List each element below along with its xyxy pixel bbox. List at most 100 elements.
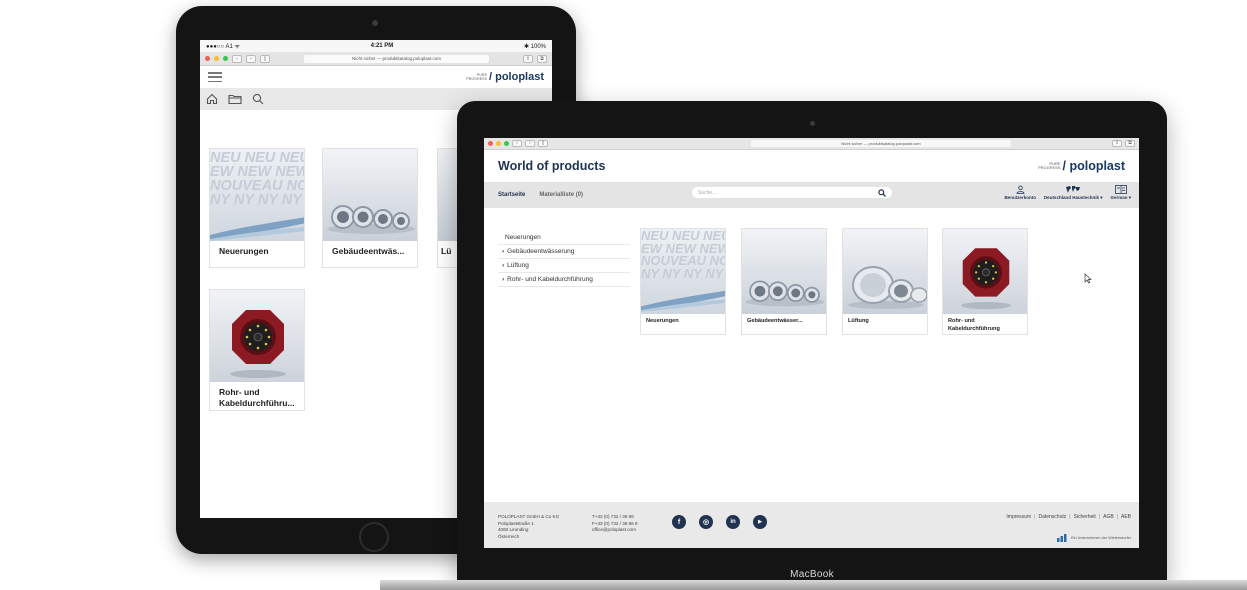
- tablet-card-neuerungen[interactable]: NEU NEU NEU EW NEW NEW NOUVEAU NO NY NY …: [209, 148, 305, 268]
- wietersdorfer-bars-icon: [1057, 534, 1067, 542]
- pipes-image: [323, 149, 417, 241]
- parent-company-text: Ein Unternehmen der Wietersdorfer: [1071, 536, 1131, 540]
- tablet-card-lueftung[interactable]: Lü: [437, 148, 457, 268]
- footer-link-datenschutz[interactable]: Datenschutz: [1038, 514, 1066, 520]
- pipe-fittings-graphic: [745, 280, 825, 307]
- card-label: Lüftung: [848, 318, 869, 324]
- address-line: Österreich: [498, 533, 520, 539]
- sidebar-item-rohr-kabel[interactable]: › Rohr- und Kabeldurchführung: [498, 273, 630, 287]
- tablet-card-rohr-kabel[interactable]: Rohr- und Kabeldurchführu...: [209, 289, 305, 411]
- new-text-row: NOUVEAU NO: [210, 178, 304, 194]
- region-tool[interactable]: Deutschland Haustechnik ▾: [1044, 185, 1102, 201]
- sidebar-item-lueftung[interactable]: › Lüftung: [498, 259, 630, 273]
- ducts-image: [843, 229, 927, 314]
- footer-link-agb[interactable]: AGB: [1103, 514, 1114, 520]
- card-label: Lü: [441, 246, 452, 256]
- world-map-icon: [1066, 186, 1081, 193]
- back-icon[interactable]: ‹: [512, 140, 522, 147]
- new-text-row: NY NY NY NY: [641, 265, 724, 281]
- window-close-button[interactable]: [205, 56, 210, 61]
- sidebar-toggle-icon[interactable]: ▯: [260, 54, 270, 63]
- red-fitting-image: [943, 229, 1027, 314]
- facebook-icon[interactable]: f: [672, 515, 686, 529]
- logo-tagline-progress: PROGRESS: [466, 77, 487, 81]
- nav-home-link[interactable]: Startseite: [498, 192, 525, 198]
- new-text-image: NEU NEU NEU EW NEW NEW NOUVEAU NO NY NY …: [641, 229, 725, 314]
- share-icon[interactable]: ⇪: [1112, 140, 1122, 147]
- language-tool[interactable]: German ▾: [1110, 185, 1131, 201]
- poloplast-logo[interactable]: PURE PROGRESS / poloplast: [466, 71, 544, 83]
- laptop-base: [380, 580, 1247, 590]
- blue-swoosh-graphic: [641, 290, 725, 312]
- laptop-browser-toolbar: ‹ › ▯ Nicht sicher — produktkatalog.polo…: [484, 138, 1139, 150]
- share-icon[interactable]: ⇪: [523, 54, 533, 63]
- search-icon[interactable]: [878, 188, 886, 197]
- parent-company-brand[interactable]: Ein Unternehmen der Wietersdorfer: [1057, 534, 1131, 542]
- window-zoom-button[interactable]: [504, 141, 509, 146]
- phone-number[interactable]: T+43 (0) 732 / 38 86: [592, 514, 638, 521]
- logo-wordmark: / poloplast: [489, 71, 544, 83]
- laptop-address-bar[interactable]: Nicht sicher — produktkatalog.poloplast.…: [751, 140, 1011, 147]
- tablet-home-button[interactable]: [359, 522, 389, 552]
- search-input[interactable]: Suche...: [692, 187, 892, 198]
- red-cable-sleeve-graphic: [230, 310, 286, 378]
- account-tool[interactable]: Benutzerkonto: [1004, 185, 1036, 201]
- forward-icon[interactable]: ›: [525, 140, 535, 147]
- window-close-button[interactable]: [488, 141, 493, 146]
- footer-link-sicherheit[interactable]: Sicherheit: [1074, 514, 1096, 520]
- red-cable-sleeve-graphic: [960, 248, 1012, 310]
- instagram-icon[interactable]: ◎: [699, 515, 713, 529]
- window-zoom-button[interactable]: [223, 56, 228, 61]
- hamburger-menu-icon[interactable]: [208, 72, 222, 82]
- nav-materials-link[interactable]: Materialliste (0): [539, 192, 583, 198]
- home-icon[interactable]: [206, 93, 218, 105]
- language-icon: [1114, 185, 1127, 194]
- site-footer: POLOPLAST GmbH & Co KG Poloplaststraße 1…: [484, 502, 1139, 548]
- footer-links: Impressum | Datenschutz | Sicherheit | AGB |…: [1006, 514, 1131, 520]
- poloplast-logo[interactable]: PURE PROGRESS / poloplast: [1038, 159, 1125, 173]
- youtube-icon[interactable]: ▶: [753, 515, 767, 529]
- laptop-card-lueftung[interactable]: Lüftung: [842, 228, 928, 335]
- laptop-card-gebaeudeentwaesserung[interactable]: Gebäudeentwässer...: [741, 228, 827, 335]
- social-links: f ◎ in ▶: [672, 515, 767, 529]
- sidebar-item-label: Rohr- und Kabeldurchführung: [507, 276, 593, 283]
- footer-link-impressum[interactable]: Impressum: [1006, 514, 1031, 520]
- footer-link-aeb[interactable]: AEB: [1121, 514, 1131, 520]
- forward-icon[interactable]: ›: [246, 54, 256, 63]
- tablet-address-bar[interactable]: Nicht sicher — produktkatalog.poloplast.…: [304, 54, 489, 63]
- laptop-card-neuerungen[interactable]: NEU NEU NEU EW NEW NEW NOUVEAU NO NY NY …: [640, 228, 726, 335]
- search-icon[interactable]: [252, 93, 264, 105]
- tabs-icon[interactable]: ⧉: [1125, 140, 1135, 147]
- tablet-card-gebaeudeentwaesserung[interactable]: Gebäudeentwäs...: [322, 148, 418, 268]
- red-fitting-image: [210, 290, 304, 382]
- sidebar-toggle-icon[interactable]: ▯: [538, 140, 548, 147]
- linkedin-icon[interactable]: in: [726, 515, 740, 529]
- laptop-card-rohr-kabel[interactable]: Rohr- und Kabeldurchführung: [942, 228, 1028, 335]
- footer-contact: T+43 (0) 732 / 38 86 F+43 (0) 732 / 38 8…: [592, 514, 638, 534]
- category-sidebar: Neuerungen › Gebäudeentwässerung › Lüftung…: [498, 231, 630, 287]
- sidebar-item-neuerungen[interactable]: Neuerungen: [498, 231, 630, 245]
- tablet-camera: [372, 20, 378, 26]
- window-minimize-button[interactable]: [496, 141, 501, 146]
- ventilation-ducts-graphic: [848, 266, 927, 309]
- macbook-label: MacBook: [790, 568, 834, 580]
- address-line: POLOPLAST GmbH & Co KG: [498, 514, 560, 519]
- window-minimize-button[interactable]: [214, 56, 219, 61]
- sidebar-item-label: Gebäudeentwässerung: [507, 248, 575, 255]
- mouse-cursor-icon: [1084, 273, 1092, 284]
- search-placeholder: Suche...: [698, 189, 717, 196]
- back-icon[interactable]: ‹: [232, 54, 242, 63]
- folder-icon[interactable]: [228, 93, 242, 105]
- laptop-camera: [810, 121, 815, 126]
- new-text-row: NY NY NY NY: [210, 192, 302, 208]
- new-text-row: NEU NEU NEU: [210, 150, 304, 166]
- device-mockup-scene: ●●●○○ A1 ᯤ 4:21 PM ✱ 100% ‹ › ▯ Nicht si…: [0, 0, 1247, 590]
- new-text-image: NEU NEU NEU EW NEW NEW NOUVEAU NO NY NY …: [210, 149, 304, 241]
- laptop-device: ‹ › ▯ Nicht sicher — produktkatalog.polo…: [457, 101, 1167, 581]
- tablet-site-header: PURE PROGRESS / poloplast: [200, 66, 552, 88]
- tabs-icon[interactable]: ⧉: [537, 54, 547, 63]
- sidebar-item-gebaeudeentwaesserung[interactable]: › Gebäudeentwässerung: [498, 245, 630, 259]
- grey-image: [438, 149, 457, 241]
- card-label: Rohr- und Kabeldurchführu...: [219, 387, 295, 408]
- email-link[interactable]: office@poloplast.com: [592, 527, 638, 534]
